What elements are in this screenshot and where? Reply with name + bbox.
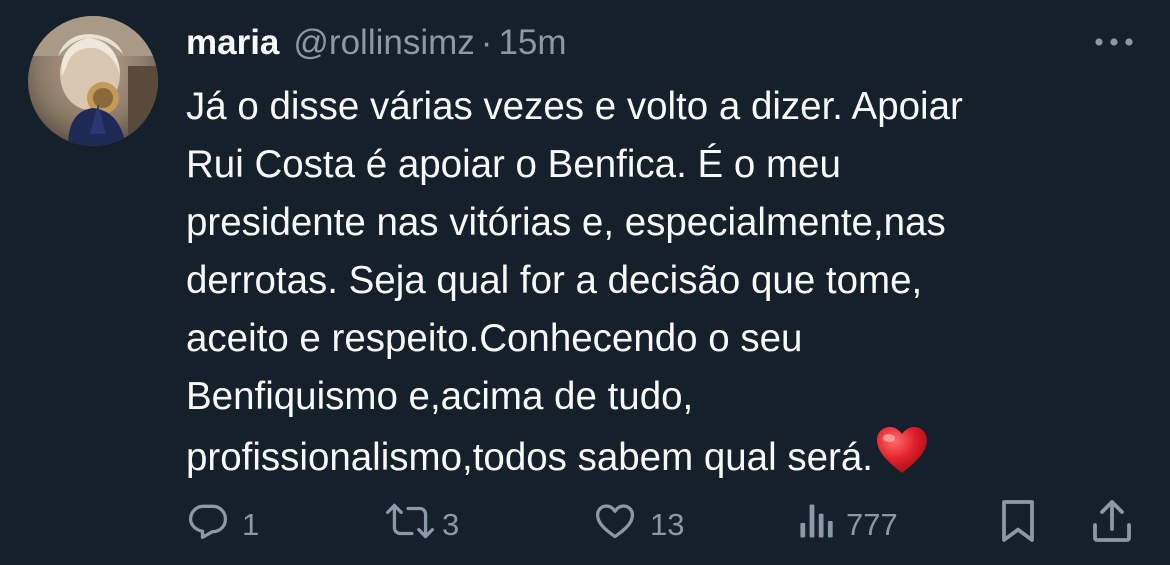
tweet-text-line: Rui Costa é apoiar o Benfica. É o meu [186, 143, 841, 186]
avatar[interactable] [28, 16, 158, 146]
retweet-count: 3 [442, 507, 460, 542]
tweet-text: Já o disse várias vezes e volto a dizer.… [186, 78, 1146, 493]
timestamp[interactable]: 15m [498, 23, 566, 63]
tweet-text-line-content: profissionalismo,todos sabem qual será. [186, 436, 873, 479]
tweet[interactable]: maria @rollinsimz · 15m Já o disse vária… [0, 0, 1170, 565]
like-count: 13 [650, 507, 685, 542]
tweet-text-line: Benfiquismo e,acima de tudo, [186, 375, 694, 418]
heart-icon [592, 499, 638, 551]
reply-count: 1 [242, 507, 260, 542]
tweet-header: maria @rollinsimz · 15m [186, 18, 567, 68]
tweet-text-line-last: profissionalismo,todos sabem qual será. [186, 426, 1146, 493]
views-button[interactable]: 777 [796, 495, 898, 555]
share-button[interactable] [1090, 495, 1134, 555]
author-name[interactable]: maria [186, 23, 279, 63]
reply-icon [186, 499, 230, 551]
views-icon [796, 499, 836, 551]
bookmark-button[interactable] [998, 495, 1038, 555]
retweet-button[interactable]: 3 [384, 495, 459, 555]
red-heart-emoji [875, 426, 929, 493]
author-handle[interactable]: @rollinsimz [293, 23, 474, 63]
reply-button[interactable]: 1 [186, 495, 259, 555]
views-count: 777 [846, 507, 898, 542]
tweet-text-line: derrotas. Seja qual for a decisão que to… [186, 259, 923, 302]
like-button[interactable]: 13 [592, 495, 684, 555]
more-icon[interactable] [1092, 28, 1136, 56]
share-icon [1090, 497, 1134, 553]
bookmark-icon [998, 497, 1038, 553]
separator-dot: · [480, 23, 493, 62]
retweet-icon [384, 499, 436, 551]
action-bar: 1 3 13 777 [0, 495, 1170, 555]
tweet-text-line: aceito e respeito.Conhecendo o seu [186, 317, 803, 360]
tweet-text-line: presidente nas vitórias e, especialmente… [186, 201, 946, 244]
tweet-text-line: Já o disse várias vezes e volto a dizer.… [186, 85, 963, 128]
